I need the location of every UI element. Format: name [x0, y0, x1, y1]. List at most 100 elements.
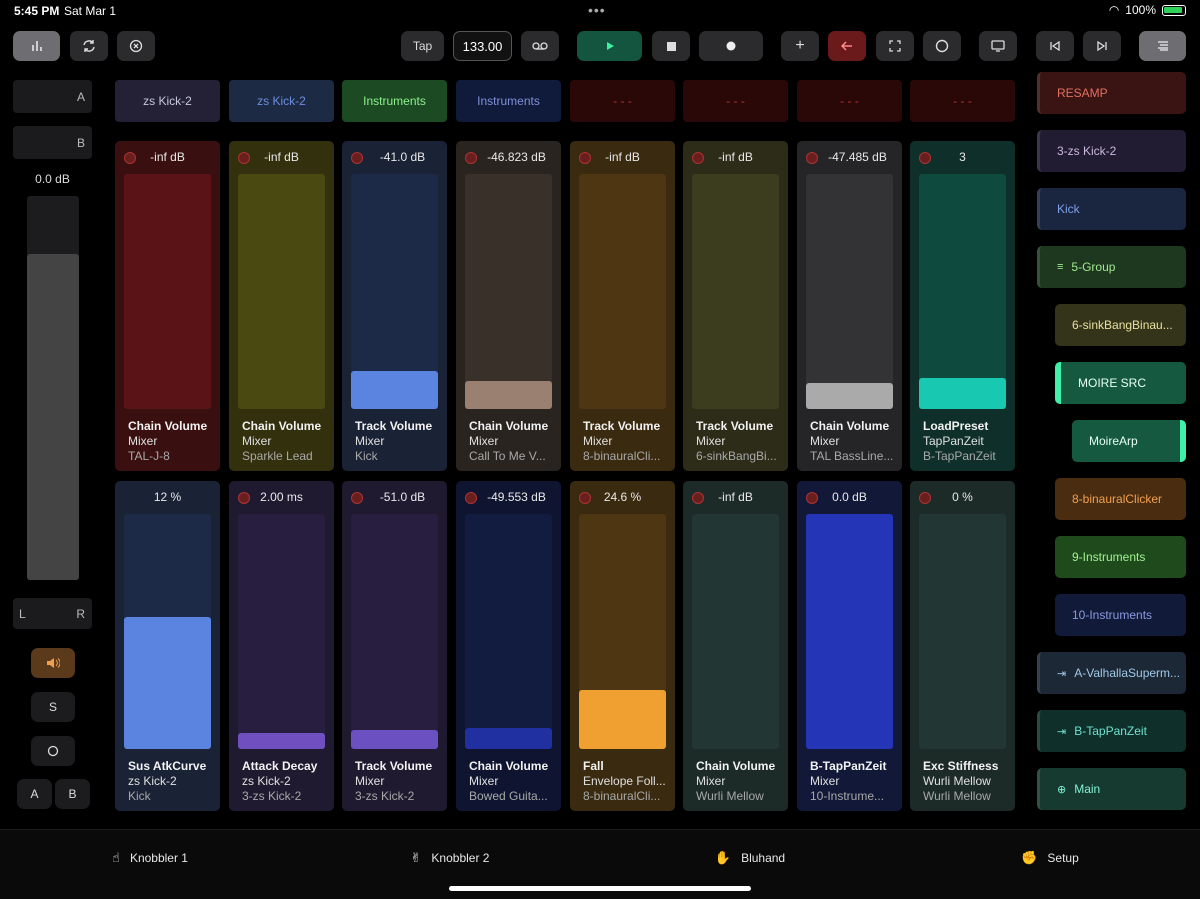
fullscreen-icon[interactable]	[876, 31, 914, 61]
tab-setup[interactable]: ✊ Setup	[900, 830, 1200, 899]
param-slider-track[interactable]	[692, 174, 779, 409]
param-slider-fill	[351, 730, 438, 749]
mixer-icon[interactable]	[13, 31, 60, 61]
back-arrow-icon[interactable]	[828, 31, 866, 61]
param-slider-r1-c4[interactable]: -46.823 dB Chain Volume Mixer Call To Me V.…	[456, 141, 561, 471]
param-slider-r1-c2[interactable]: -inf dB Chain Volume Mixer Sparkle Lead	[229, 141, 334, 471]
param-slider-r2-c8[interactable]: 0 % Exc Stiffness Wurli Mellow Wurli Mellow	[910, 481, 1015, 811]
track-name: Kick	[355, 449, 378, 463]
send-a-knob[interactable]: A	[13, 80, 92, 113]
device-name: Mixer	[810, 774, 840, 788]
param-slider-r2-c3[interactable]: -51.0 dB Track Volume Mixer 3-zs Kick-2	[342, 481, 447, 811]
volume-fader-fill	[27, 254, 79, 580]
xfade-b-button[interactable]: B	[55, 779, 90, 809]
tape-icon[interactable]	[521, 31, 559, 61]
wifi-icon: ◠	[1108, 3, 1120, 17]
param-slider-track[interactable]	[806, 174, 893, 409]
loop-icon[interactable]	[70, 31, 108, 61]
param-slider-track[interactable]	[465, 174, 552, 409]
record-button[interactable]	[699, 31, 763, 61]
param-slider-track[interactable]	[465, 514, 552, 749]
param-name: Chain Volume	[810, 419, 890, 433]
stop-button[interactable]	[652, 31, 690, 61]
circle-icon[interactable]	[923, 31, 961, 61]
menu-icon[interactable]	[1139, 31, 1186, 61]
status-bar: 5:45 PM Sat Mar 1 ••• ◠ 100%	[0, 0, 1200, 22]
pan-slider[interactable]: L R	[13, 598, 92, 629]
track-item-7[interactable]: MoireArp	[1072, 420, 1186, 462]
track-item-12[interactable]: ⇥ B-TapPanZeit	[1037, 710, 1186, 752]
param-slider-track[interactable]	[124, 174, 211, 409]
track-header-4[interactable]: Instruments	[456, 80, 561, 122]
send-b-knob[interactable]: B	[13, 126, 92, 159]
param-slider-r2-c5[interactable]: 24.6 % Fall Envelope Foll... 8-binauralCli.…	[570, 481, 675, 811]
track-item-1[interactable]: RESAMP	[1037, 72, 1186, 114]
param-slider-track[interactable]	[919, 174, 1006, 409]
tab-label: Knobbler 1	[129, 851, 188, 865]
track-item-3[interactable]: Kick	[1037, 188, 1186, 230]
track-header-1[interactable]: zs Kick-2	[115, 80, 220, 122]
solo-button[interactable]: S	[31, 692, 75, 722]
multitask-dots-icon[interactable]: •••	[588, 2, 606, 18]
param-name: B-TapPanZeit	[810, 759, 887, 773]
battery-icon	[1162, 4, 1186, 16]
device-name: Mixer	[242, 434, 272, 448]
param-slider-r1-c3[interactable]: -41.0 dB Track Volume Mixer Kick	[342, 141, 447, 471]
track-item-label: Main	[1074, 782, 1101, 796]
param-slider-track[interactable]	[238, 514, 325, 749]
param-slider-r1-c5[interactable]: -inf dB Track Volume Mixer 8-binauralCli...	[570, 141, 675, 471]
track-header-8[interactable]: - - -	[910, 80, 1015, 122]
param-value: -49.553 dB	[487, 490, 546, 504]
track-item-10[interactable]: 10-Instruments	[1055, 594, 1186, 636]
tap-button[interactable]: Tap	[401, 31, 444, 61]
track-item-4[interactable]: ≡ 5-Group	[1037, 246, 1186, 288]
param-slider-r2-c6[interactable]: -inf dB Chain Volume Mixer Wurli Mellow	[683, 481, 788, 811]
track-item-6[interactable]: MOIRE SRC	[1055, 362, 1186, 404]
param-slider-track[interactable]	[351, 514, 438, 749]
close-circle-icon[interactable]	[117, 31, 155, 61]
param-slider-r1-c1[interactable]: -inf dB Chain Volume Mixer TAL-J-8	[115, 141, 220, 471]
param-name: Track Volume	[696, 419, 774, 433]
track-header-7[interactable]: - - -	[797, 80, 902, 122]
bpm-field[interactable]: 133.00	[453, 31, 512, 61]
volume-fader[interactable]	[27, 196, 79, 580]
arm-button[interactable]	[31, 736, 75, 766]
skip-forward-icon[interactable]	[1083, 31, 1121, 61]
param-slider-r1-c8[interactable]: 3 LoadPreset TapPanZeit B-TapPanZeit	[910, 141, 1015, 471]
track-item-5[interactable]: 6-sinkBangBinau...	[1055, 304, 1186, 346]
param-slider-track[interactable]	[579, 514, 666, 749]
track-item-9[interactable]: 9-Instruments	[1055, 536, 1186, 578]
play-button[interactable]	[577, 31, 642, 61]
xfade-a-button[interactable]: A	[17, 779, 52, 809]
param-slider-r2-c7[interactable]: 0.0 dB B-TapPanZeit Mixer 10-Instrume...	[797, 481, 902, 811]
plus-icon[interactable]: +	[781, 31, 819, 61]
param-slider-r1-c6[interactable]: -inf dB Track Volume Mixer 6-sinkBangBi...	[683, 141, 788, 471]
param-slider-track[interactable]	[692, 514, 779, 749]
track-item-8[interactable]: 8-binauralClicker	[1055, 478, 1186, 520]
param-slider-track[interactable]	[579, 174, 666, 409]
track-header-2[interactable]: zs Kick-2	[229, 80, 334, 122]
home-indicator[interactable]	[449, 886, 751, 891]
param-slider-track[interactable]	[124, 514, 211, 749]
track-item-11[interactable]: ⇥ A-ValhallaSuperm...	[1037, 652, 1186, 694]
tab-knobbler-1[interactable]: ☝ Knobbler 1	[0, 830, 300, 899]
param-slider-r1-c7[interactable]: -47.485 dB Chain Volume Mixer TAL BassLine.…	[797, 141, 902, 471]
track-item-13[interactable]: ⊕ Main	[1037, 768, 1186, 810]
screen-icon[interactable]	[979, 31, 1017, 61]
track-header-5[interactable]: - - -	[570, 80, 675, 122]
skip-back-icon[interactable]	[1036, 31, 1074, 61]
tab-label: Knobbler 2	[431, 851, 490, 865]
param-slider-track[interactable]	[238, 174, 325, 409]
param-slider-r2-c1[interactable]: 12 % Sus AtkCurve zs Kick-2 Kick	[115, 481, 220, 811]
param-slider-r2-c4[interactable]: -49.553 dB Chain Volume Mixer Bowed Guita..…	[456, 481, 561, 811]
track-header-3[interactable]: Instruments	[342, 80, 447, 122]
param-value: -inf dB	[718, 490, 753, 504]
param-slider-track[interactable]	[351, 174, 438, 409]
track-header-6[interactable]: - - -	[683, 80, 788, 122]
track-item-2[interactable]: 3-zs Kick-2	[1037, 130, 1186, 172]
speaker-button[interactable]	[31, 648, 75, 678]
param-slider-track[interactable]	[806, 514, 893, 749]
status-time: 5:45 PM	[14, 4, 60, 18]
param-slider-r2-c2[interactable]: 2.00 ms Attack Decay zs Kick-2 3-zs Kick-2	[229, 481, 334, 811]
param-slider-track[interactable]	[919, 514, 1006, 749]
